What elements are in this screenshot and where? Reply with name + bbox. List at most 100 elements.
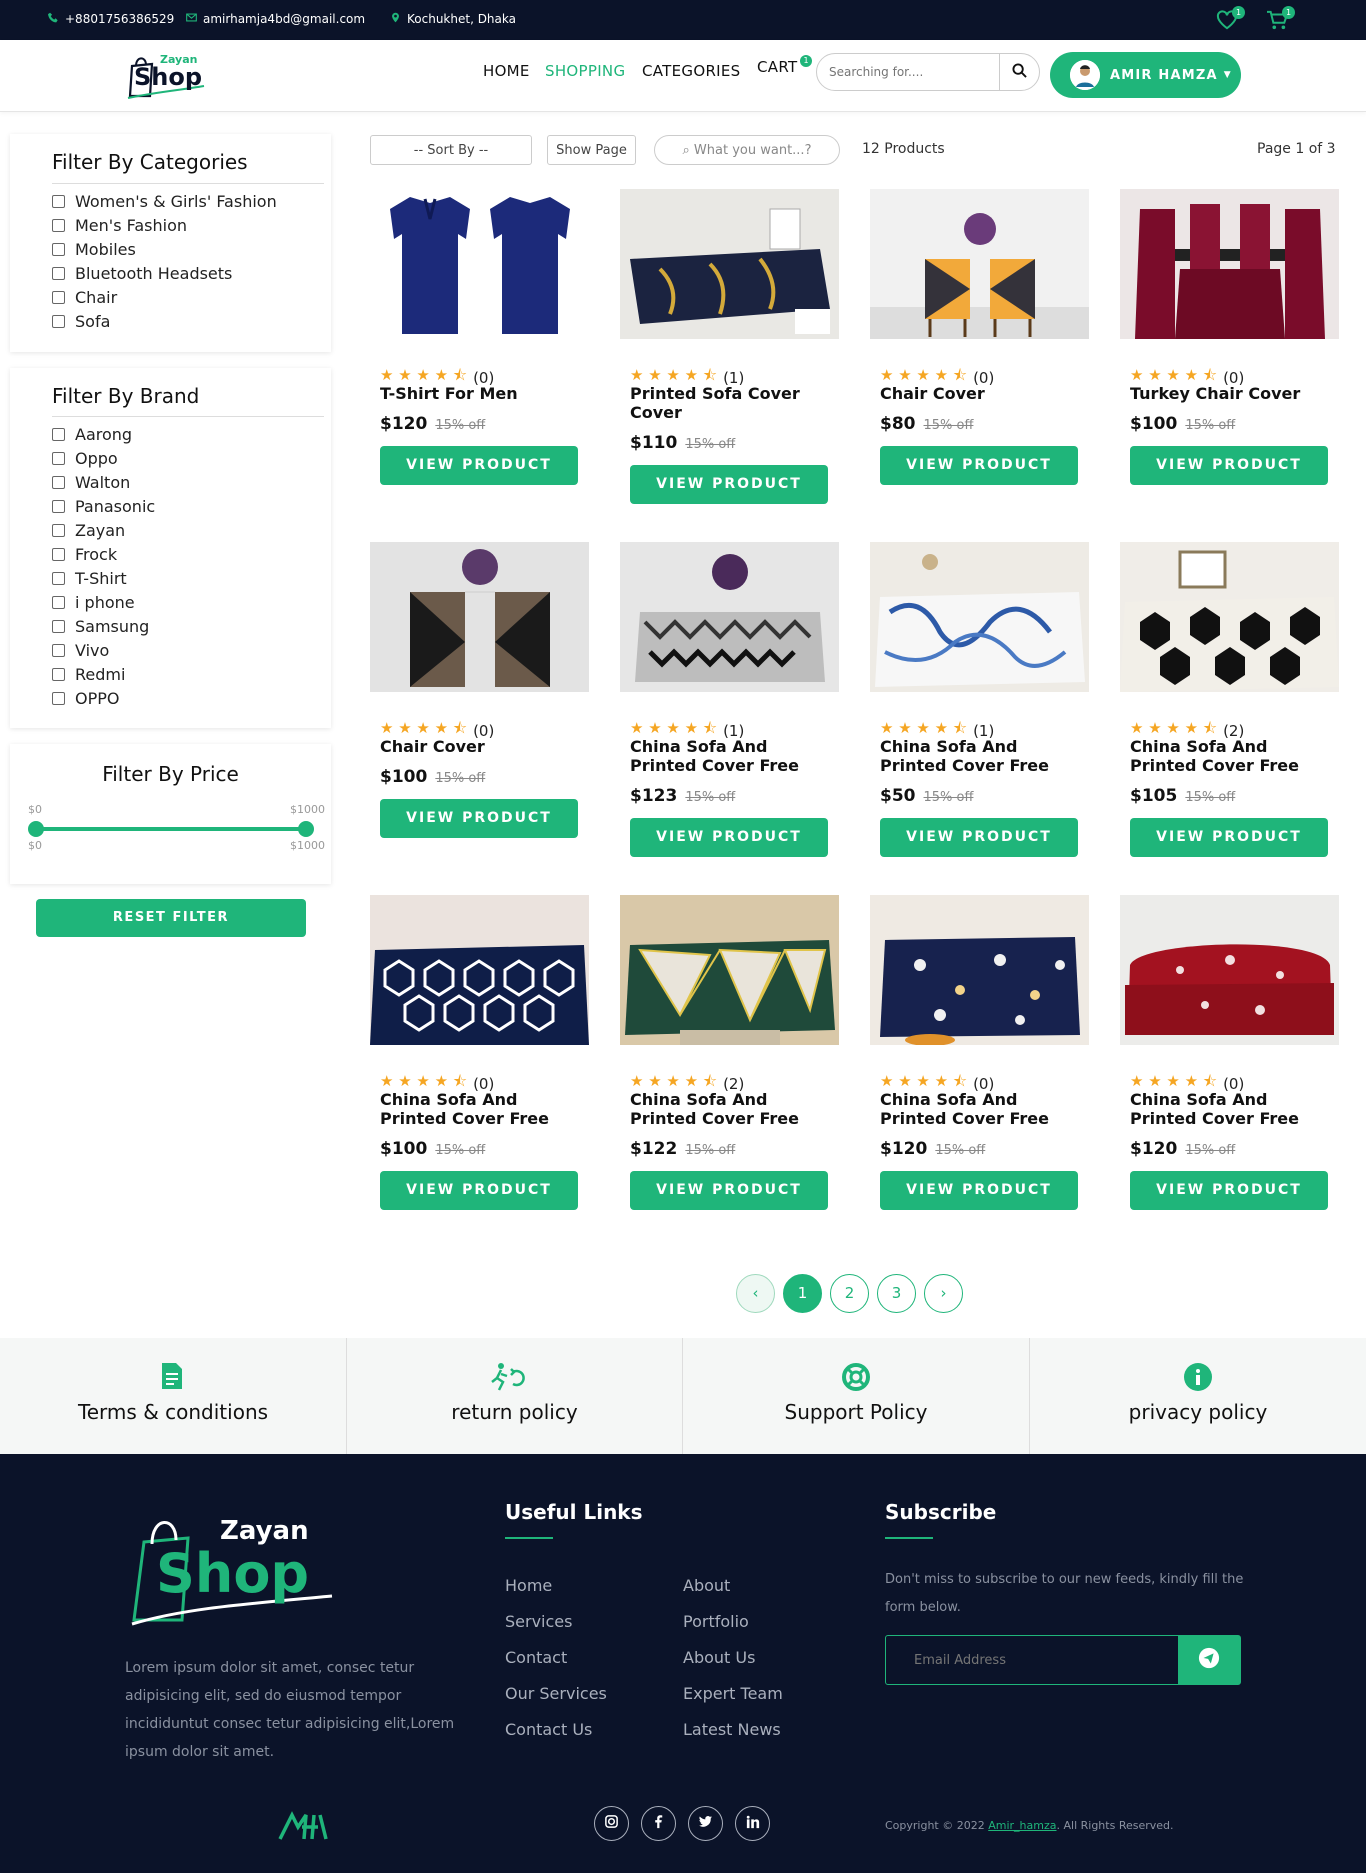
view-product-button[interactable]: VIEW PRODUCT — [380, 799, 578, 838]
checkbox[interactable] — [52, 452, 65, 465]
category-option[interactable]: Men's Fashion — [52, 216, 187, 235]
footer-link-portfolio[interactable]: Portfolio — [683, 1612, 749, 1631]
view-product-button[interactable]: VIEW PRODUCT — [380, 1171, 578, 1210]
product-image[interactable] — [370, 542, 589, 692]
product-card[interactable]: ★ ★ ★ ★ ⯪ (1) China Sofa And Printed Cove… — [870, 542, 1089, 857]
brand-option[interactable]: OPPO — [52, 689, 119, 708]
view-product-button[interactable]: VIEW PRODUCT — [880, 1171, 1078, 1210]
product-card[interactable]: ★ ★ ★ ★ ⯪ (1) China Sofa And Printed Cove… — [620, 542, 839, 857]
product-card[interactable]: ★ ★ ★ ★ ⯪ (0) China Sofa And Printed Cove… — [1120, 895, 1339, 1210]
view-product-button[interactable]: VIEW PRODUCT — [1130, 818, 1328, 857]
product-title[interactable]: Turkey Chair Cover — [1130, 384, 1335, 403]
checkbox[interactable] — [52, 644, 65, 657]
product-image[interactable] — [370, 189, 589, 339]
nav-categories[interactable]: CATEGORIES — [642, 62, 741, 80]
product-image[interactable] — [870, 542, 1089, 692]
price-slider-max-handle[interactable] — [298, 821, 314, 837]
product-image[interactable] — [870, 189, 1089, 339]
checkbox[interactable] — [52, 267, 65, 280]
policy-support[interactable]: Support Policy — [683, 1338, 1030, 1454]
product-title[interactable]: Chair Cover — [380, 737, 585, 756]
product-card[interactable]: ★ ★ ★ ★ ⯪ (2) China Sofa And Printed Cove… — [620, 895, 839, 1210]
reset-filter-button[interactable]: RESET FILTER — [36, 899, 306, 937]
product-image[interactable] — [1120, 189, 1339, 339]
product-card[interactable]: ★ ★ ★ ★ ⯪ (0) China Sofa And Printed Cove… — [370, 895, 589, 1210]
product-image[interactable] — [870, 895, 1089, 1045]
category-option[interactable]: Women's & Girls' Fashion — [52, 192, 277, 211]
product-card[interactable]: ★ ★ ★ ★ ⯪ (2) China Sofa And Printed Cove… — [1120, 542, 1339, 857]
view-product-button[interactable]: VIEW PRODUCT — [1130, 446, 1328, 485]
brand-option[interactable]: Zayan — [52, 521, 125, 540]
brand-option[interactable]: Walton — [52, 473, 130, 492]
brand-option[interactable]: Panasonic — [52, 497, 155, 516]
brand-option[interactable]: i phone — [52, 593, 135, 612]
product-title[interactable]: Printed Sofa Cover Cover — [630, 384, 835, 422]
policy-terms[interactable]: Terms & conditions — [0, 1338, 347, 1454]
product-title[interactable]: China Sofa And Printed Cover Free — [380, 1090, 585, 1128]
view-product-button[interactable]: VIEW PRODUCT — [630, 465, 828, 504]
header-search-input[interactable] — [817, 54, 1001, 90]
linkedin-button[interactable] — [735, 1806, 770, 1841]
view-product-button[interactable]: VIEW PRODUCT — [880, 818, 1078, 857]
product-image[interactable] — [620, 542, 839, 692]
product-title[interactable]: China Sofa And Printed Cover Free — [1130, 737, 1335, 775]
pagination-page-2[interactable]: 2 — [830, 1274, 869, 1313]
checkbox[interactable] — [52, 315, 65, 328]
brand-option[interactable]: Oppo — [52, 449, 118, 468]
category-option[interactable]: Sofa — [52, 312, 110, 331]
price-slider-min-handle[interactable] — [28, 821, 44, 837]
checkbox[interactable] — [52, 620, 65, 633]
footer-link-services[interactable]: Services — [505, 1612, 572, 1631]
subscribe-send-button[interactable] — [1178, 1636, 1240, 1684]
user-menu-button[interactable]: AMIR HAMZA ▼ — [1050, 52, 1241, 98]
footer-link-about-us[interactable]: About Us — [683, 1648, 755, 1667]
nav-cart[interactable]: CART — [757, 58, 797, 76]
policy-return[interactable]: return policy — [347, 1338, 683, 1454]
header-search-button[interactable] — [999, 54, 1039, 90]
brand-option[interactable]: Vivo — [52, 641, 109, 660]
category-option[interactable]: Mobiles — [52, 240, 136, 259]
footer-link-our-services[interactable]: Our Services — [505, 1684, 607, 1703]
site-logo[interactable]: Zayan Shop — [126, 52, 206, 100]
product-title[interactable]: China Sofa And Printed Cover Free — [1130, 1090, 1335, 1128]
brand-option[interactable]: Redmi — [52, 665, 125, 684]
checkbox[interactable] — [52, 195, 65, 208]
product-image[interactable] — [1120, 542, 1339, 692]
view-product-button[interactable]: VIEW PRODUCT — [630, 1171, 828, 1210]
view-product-button[interactable]: VIEW PRODUCT — [630, 818, 828, 857]
footer-logo[interactable]: Zayan Shop — [126, 1500, 336, 1626]
product-title[interactable]: Chair Cover — [880, 384, 1085, 403]
view-product-button[interactable]: VIEW PRODUCT — [1130, 1171, 1328, 1210]
view-product-button[interactable]: VIEW PRODUCT — [880, 446, 1078, 485]
product-card[interactable]: ★ ★ ★ ★ ⯪ (1) Printed Sofa Cover Cover $1… — [620, 189, 839, 504]
checkbox[interactable] — [52, 219, 65, 232]
footer-link-contact[interactable]: Contact — [505, 1648, 567, 1667]
cart-icon-button[interactable]: 1 — [1266, 6, 1295, 30]
subscribe-email-input[interactable] — [886, 1636, 1182, 1684]
category-option[interactable]: Chair — [52, 288, 117, 307]
footer-link-expert-team[interactable]: Expert Team — [683, 1684, 783, 1703]
brand-option[interactable]: Aarong — [52, 425, 132, 444]
show-page-select[interactable]: Show Page — [547, 135, 636, 165]
checkbox[interactable] — [52, 500, 65, 513]
brand-option[interactable]: Samsung — [52, 617, 149, 636]
checkbox[interactable] — [52, 524, 65, 537]
product-image[interactable] — [620, 189, 839, 339]
footer-link-contact-us[interactable]: Contact Us — [505, 1720, 592, 1739]
product-title[interactable]: China Sofa And Printed Cover Free — [630, 737, 835, 775]
copyright-author-link[interactable]: Amir_hamza — [988, 1819, 1056, 1832]
product-card[interactable]: ★ ★ ★ ★ ⯪ (0) Chair Cover $100 15% off VIE… — [370, 542, 589, 838]
footer-link-about[interactable]: About — [683, 1576, 730, 1595]
wishlist-button[interactable]: 1 — [1216, 6, 1245, 30]
product-card[interactable]: ★ ★ ★ ★ ⯪ (0) Chair Cover $80 15% off VIEW… — [870, 189, 1089, 485]
price-slider-track[interactable] — [36, 827, 306, 831]
brand-option[interactable]: Frock — [52, 545, 117, 564]
policy-privacy[interactable]: privacy policy — [1030, 1338, 1366, 1454]
checkbox[interactable] — [52, 596, 65, 609]
brand-option[interactable]: T-Shirt — [52, 569, 127, 588]
checkbox[interactable] — [52, 243, 65, 256]
checkbox[interactable] — [52, 476, 65, 489]
product-image[interactable] — [620, 895, 839, 1045]
pagination-next-button[interactable]: › — [924, 1274, 963, 1313]
sort-select[interactable]: -- Sort By -- — [370, 135, 532, 165]
